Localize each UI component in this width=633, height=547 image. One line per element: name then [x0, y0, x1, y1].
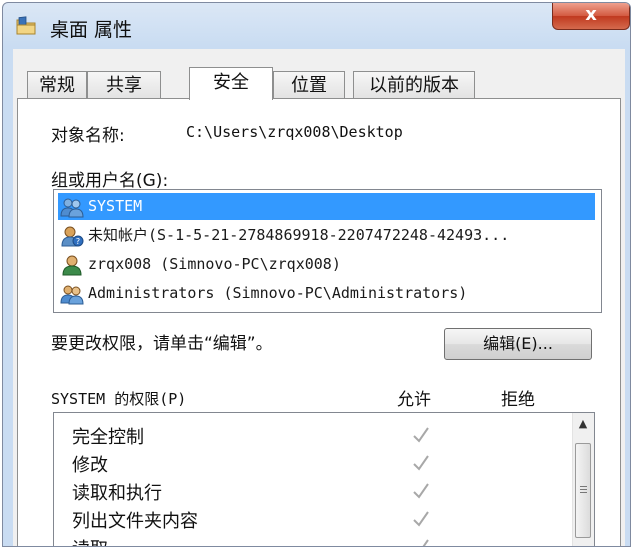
list-item-system[interactable]: SYSTEM — [58, 193, 595, 220]
close-button[interactable]: x — [552, 3, 630, 30]
title-bar[interactable]: 桌面 属性 x — [3, 3, 630, 49]
permission-modify: 修改 — [72, 455, 108, 476]
allow-check-icon — [413, 455, 429, 471]
grip-line — [580, 492, 587, 493]
tab-strip: 常规 共享 安全 位置 以前的版本 — [13, 67, 625, 100]
list-item-label: SYSTEM — [88, 197, 143, 215]
permission-read-execute: 读取和执行 — [72, 483, 162, 504]
tab-general[interactable]: 常规 — [27, 71, 87, 99]
scrollbar-thumb[interactable] — [575, 443, 591, 538]
allow-check-icon — [413, 427, 429, 443]
tab-security[interactable]: 安全 — [189, 67, 273, 100]
svg-text:?: ? — [76, 237, 80, 246]
permission-list-folder: 列出文件夹内容 — [72, 511, 198, 532]
list-item-zrqx008[interactable]: zrqx008 (Simnovo-PC\zrqx008) — [58, 251, 595, 278]
permissions-list[interactable]: 完全控制 修改 读取和执行 列出文件夹内容 读取 ▲ — [53, 412, 595, 546]
users-group-icon — [60, 285, 84, 305]
user-icon — [62, 255, 82, 276]
grip-line — [580, 486, 587, 487]
scroll-up-arrow-icon[interactable]: ▲ — [575, 416, 591, 432]
change-permissions-hint: 要更改权限，请单击“编辑”。 — [51, 334, 273, 354]
users-group-icon — [60, 198, 84, 218]
allow-check-icon — [413, 483, 429, 499]
unknown-user-icon: ? — [61, 226, 84, 247]
folder-icon — [16, 16, 36, 35]
permissions-label: SYSTEM 的权限(P) — [51, 390, 187, 408]
window-title: 桌面 属性 — [50, 19, 133, 41]
tab-location[interactable]: 位置 — [273, 71, 345, 99]
edit-button[interactable]: 编辑(E)... — [444, 328, 592, 360]
list-item-label: zrqx008 (Simnovo-PC\zrqx008) — [88, 255, 341, 273]
close-icon: x — [585, 4, 597, 25]
list-item-unknown-account[interactable]: ? 未知帐户(S-1-5-21-2784869918-2207472248-42… — [58, 222, 595, 249]
permissions-scrollbar[interactable]: ▲ — [572, 413, 594, 546]
grip-line — [580, 489, 587, 490]
permission-full-control: 完全控制 — [72, 427, 144, 448]
list-item-label: 未知帐户(S-1-5-21-2784869918-2207472248-4249… — [88, 226, 510, 244]
object-name-label: 对象名称: — [51, 126, 125, 146]
allow-check-icon — [422, 539, 429, 546]
group-user-list[interactable]: SYSTEM ? 未知帐户(S-1-5-21-2784869918-220747… — [53, 189, 602, 313]
list-item-administrators[interactable]: Administrators (Simnovo-PC\Administrator… — [58, 280, 595, 307]
list-item-label: Administrators (Simnovo-PC\Administrator… — [88, 284, 468, 302]
allow-check-icon — [413, 511, 429, 527]
properties-window: 桌面 属性 x 常规 共享 安全 位置 以前的版本 对象名称: C:\Users… — [2, 2, 631, 547]
tab-sharing[interactable]: 共享 — [87, 71, 161, 99]
permission-read: 读取 — [72, 535, 108, 546]
tab-previous-versions[interactable]: 以前的版本 — [353, 71, 475, 99]
deny-column-header: 拒绝 — [501, 390, 535, 410]
group-user-label: 组或用户名(G): — [51, 171, 169, 191]
allow-column-header: 允许 — [397, 390, 431, 410]
object-name-value: C:\Users\zrqx008\Desktop — [186, 123, 403, 141]
